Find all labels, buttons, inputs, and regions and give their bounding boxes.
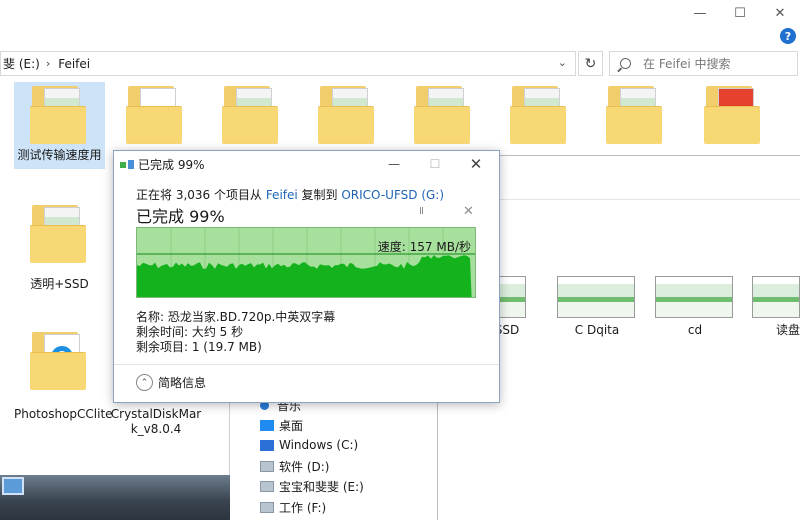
- window-controls: — ☐ ✕: [680, 0, 800, 26]
- desktop-wallpaper: [0, 475, 230, 520]
- folder-icon[interactable]: [510, 84, 570, 144]
- nav-item-label: 宝宝和斐斐 (E:): [279, 479, 364, 494]
- maximize-button[interactable]: ☐: [720, 0, 760, 26]
- folder-icon[interactable]: [318, 84, 378, 144]
- image-thumbnail[interactable]: [655, 276, 733, 318]
- dialog-titlebar[interactable]: 已完成 99% — ☐ ✕: [114, 151, 499, 178]
- refresh-button[interactable]: ↻: [578, 51, 603, 76]
- navigation-pane: 音乐 桌面 Windows (C:) 软件 (D:) 宝宝和斐斐 (E:) 工作…: [229, 395, 437, 520]
- chevron-up-icon: ⌃: [136, 374, 153, 391]
- drive-icon: [260, 460, 274, 472]
- image-thumbnail[interactable]: [557, 276, 635, 318]
- breadcrumb-drive[interactable]: 斐 (E:): [1, 55, 40, 72]
- copy-progress-dialog: 已完成 99% — ☐ ✕ 正在将 3,036 个项目从 Feifei 复制到 …: [113, 150, 500, 403]
- folder-icon[interactable]: [30, 330, 90, 390]
- search-placeholder: 在 Feifei 中搜索: [643, 57, 731, 71]
- fewer-details-button[interactable]: ⌃ 简略信息: [136, 374, 206, 391]
- dialog-close-button[interactable]: ✕: [466, 155, 486, 173]
- copy-description: 正在将 3,036 个项目从 Feifei 复制到 ORICO-UFSD (G:…: [136, 186, 444, 203]
- dialog-minimize-button[interactable]: —: [384, 155, 404, 173]
- nav-item-drive-d[interactable]: 软件 (D:): [230, 456, 329, 476]
- folder-label-crystaldiskmark[interactable]: CrystalDiskMar k_v8.0.4: [110, 407, 202, 437]
- folder-icon[interactable]: [414, 84, 474, 144]
- drive-icon: [260, 480, 274, 492]
- folder-label-speedtest[interactable]: 测试传输速度用: [14, 148, 105, 163]
- cancel-button[interactable]: ✕: [463, 204, 474, 219]
- folder-icon[interactable]: [222, 84, 282, 144]
- desktop-icon: [260, 419, 274, 431]
- nav-item-drive-f[interactable]: 工作 (F:): [230, 497, 326, 517]
- drive-icon: [260, 501, 274, 513]
- nav-item-desktop[interactable]: 桌面: [230, 415, 303, 435]
- nav-item-label: Windows (C:): [279, 438, 359, 452]
- close-button[interactable]: ✕: [760, 0, 800, 26]
- windows-drive-icon: [260, 439, 274, 451]
- computer-icon[interactable]: [2, 477, 24, 495]
- nav-item-label: 软件 (D:): [279, 459, 330, 474]
- folder-icon[interactable]: PDF: [704, 84, 764, 144]
- minimize-button[interactable]: —: [680, 0, 720, 26]
- folder-icon[interactable]: [30, 203, 90, 263]
- folder-icon[interactable]: [30, 84, 90, 144]
- breadcrumb-separator-icon[interactable]: ›: [46, 57, 50, 70]
- pause-button[interactable]: II: [419, 206, 424, 217]
- folder-label-transparent-ssd[interactable]: 透明+SSD: [14, 277, 105, 292]
- address-bar[interactable]: 斐 (E:) › Feifei ⌄: [0, 51, 576, 76]
- items-remaining-line: 剩余项目: 1 (19.7 MB): [136, 340, 262, 354]
- breadcrumb-current-folder[interactable]: Feifei: [56, 57, 90, 71]
- speed-label: 速度: 157 MB/秒: [377, 240, 471, 254]
- thumb-label-read[interactable]: 读盘: [776, 323, 800, 338]
- search-input[interactable]: 在 Feifei 中搜索: [609, 51, 798, 76]
- nav-item-drive-e[interactable]: 宝宝和斐斐 (E:): [230, 476, 364, 496]
- address-history-chevron-icon[interactable]: ⌄: [558, 56, 567, 69]
- folder-icon[interactable]: [606, 84, 666, 144]
- help-button[interactable]: ?: [780, 28, 796, 44]
- copy-icon: [120, 159, 134, 170]
- copy-description-mid: 复制到: [297, 188, 342, 202]
- transfer-speed-graph: 速度: 157 MB/秒: [136, 227, 476, 298]
- dialog-divider: [114, 364, 499, 365]
- nav-item-drive-c[interactable]: Windows (C:): [230, 435, 358, 455]
- nav-item-label: 桌面: [279, 418, 304, 433]
- dialog-title: 已完成 99%: [138, 158, 205, 172]
- folder-icon[interactable]: [126, 84, 186, 144]
- search-icon: [620, 58, 631, 69]
- nav-item-label: 工作 (F:): [279, 500, 327, 515]
- copy-description-prefix: 正在将 3,036 个项目从: [136, 188, 266, 202]
- thumb-label-c-dqita[interactable]: C Dqita: [557, 323, 637, 338]
- fewer-details-label: 简略信息: [158, 376, 207, 390]
- destination-drive-link[interactable]: ORICO-UFSD (G:): [341, 188, 444, 202]
- image-thumbnail[interactable]: [752, 276, 800, 318]
- folder-label-photoshop[interactable]: PhotoshopCClite: [14, 407, 113, 422]
- progress-heading: 已完成 99%: [136, 207, 225, 226]
- dialog-maximize-button: ☐: [429, 157, 441, 171]
- source-folder-link[interactable]: Feifei: [266, 188, 298, 202]
- thumb-label-cd[interactable]: cd: [655, 323, 735, 338]
- speed-area: [137, 255, 472, 297]
